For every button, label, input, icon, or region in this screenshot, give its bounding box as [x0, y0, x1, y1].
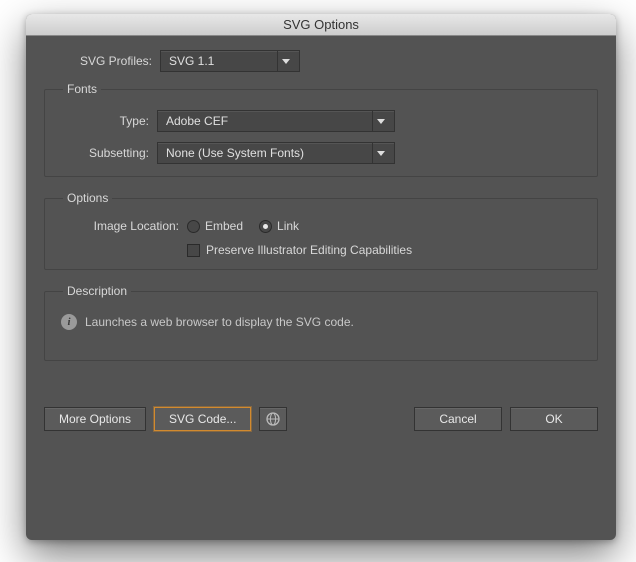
chevron-down-icon [372, 111, 388, 131]
svg-options-dialog: SVG Options SVG Profiles: SVG 1.1 Fonts … [26, 14, 616, 540]
web-preview-button[interactable] [259, 407, 287, 431]
more-options-button[interactable]: More Options [44, 407, 146, 431]
svg-profiles-select[interactable]: SVG 1.1 [160, 50, 300, 72]
options-group: Options Image Location: Embed Link [44, 191, 598, 270]
fonts-group: Fonts Type: Adobe CEF Subsetting: None (… [44, 82, 598, 177]
fonts-legend: Fonts [63, 82, 101, 96]
radio-icon [187, 220, 200, 233]
preserve-capabilities-label: Preserve Illustrator Editing Capabilitie… [206, 243, 412, 257]
dialog-title: SVG Options [26, 14, 616, 36]
font-type-select[interactable]: Adobe CEF [157, 110, 395, 132]
radio-embed[interactable]: Embed [187, 219, 243, 233]
info-icon: i [61, 314, 77, 330]
subsetting-label: Subsetting: [57, 146, 157, 160]
font-type-label: Type: [57, 114, 157, 128]
image-location-radios: Embed Link [187, 219, 299, 233]
font-type-value: Adobe CEF [166, 114, 366, 128]
svg-code-button[interactable]: SVG Code... [154, 407, 251, 431]
subsetting-select[interactable]: None (Use System Fonts) [157, 142, 395, 164]
cancel-button[interactable]: Cancel [414, 407, 502, 431]
dialog-content: SVG Profiles: SVG 1.1 Fonts Type: Adobe … [26, 36, 616, 447]
chevron-down-icon [372, 143, 388, 163]
subsetting-value: None (Use System Fonts) [166, 146, 366, 160]
image-location-label: Image Location: [57, 219, 187, 233]
radio-embed-label: Embed [205, 219, 243, 233]
svg-profiles-value: SVG 1.1 [169, 54, 271, 68]
globe-icon [266, 412, 280, 426]
radio-link-label: Link [277, 219, 299, 233]
description-group: Description i Launches a web browser to … [44, 284, 598, 361]
svg-profiles-label: SVG Profiles: [44, 54, 160, 68]
options-legend: Options [63, 191, 112, 205]
description-text: Launches a web browser to display the SV… [85, 315, 354, 329]
ok-button[interactable]: OK [510, 407, 598, 431]
radio-icon [259, 220, 272, 233]
checkbox-icon [187, 244, 200, 257]
radio-link[interactable]: Link [259, 219, 299, 233]
description-legend: Description [63, 284, 131, 298]
preserve-capabilities-checkbox[interactable]: Preserve Illustrator Editing Capabilitie… [187, 243, 412, 257]
dialog-footer: More Options SVG Code... Cancel OK [44, 407, 598, 431]
chevron-down-icon [277, 51, 293, 71]
